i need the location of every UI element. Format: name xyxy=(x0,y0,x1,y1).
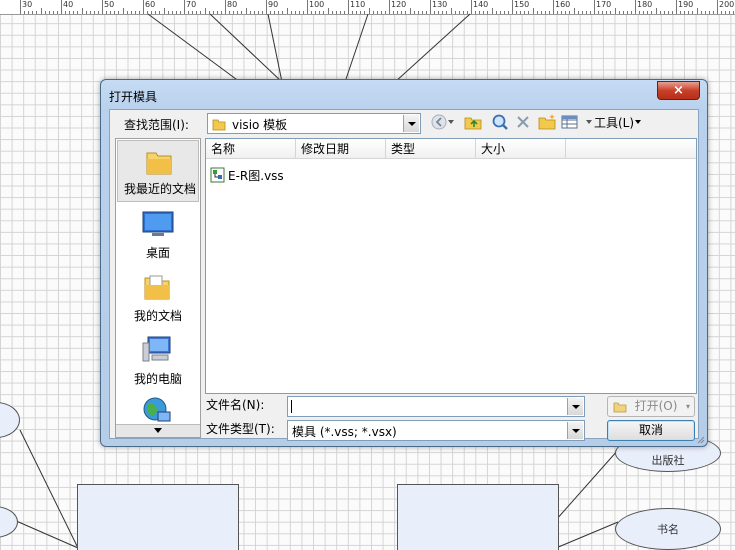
connector-line xyxy=(394,13,471,83)
filename-input[interactable] xyxy=(287,396,585,417)
place-my-computer[interactable]: 我的电脑 xyxy=(116,329,200,391)
connector-line xyxy=(19,429,79,549)
search-web-button[interactable] xyxy=(491,112,509,132)
places-bar: 我最近的文档 桌面 我的文档 我的电脑 xyxy=(115,138,201,438)
network-globe-icon xyxy=(143,397,171,422)
column-header-modified[interactable]: 修改日期 xyxy=(296,139,386,159)
place-recent-documents[interactable]: 我最近的文档 xyxy=(117,140,199,202)
filetype-value: 模具 (*.vss; *.vsx) xyxy=(292,425,397,439)
connector-line xyxy=(209,13,283,83)
filetype-label: 文件类型(T): xyxy=(206,422,275,436)
column-label: 大小 xyxy=(481,142,506,156)
place-label: 我最近的文档 xyxy=(123,182,196,196)
connector-line xyxy=(555,449,619,521)
column-label: 名称 xyxy=(211,142,236,156)
text-cursor xyxy=(291,400,292,413)
place-desktop[interactable]: 桌面 xyxy=(116,203,200,265)
delete-button[interactable] xyxy=(515,112,531,132)
up-folder-button[interactable] xyxy=(464,112,482,132)
close-button[interactable]: × xyxy=(657,81,700,100)
new-folder-button[interactable] xyxy=(538,112,556,132)
lookin-value: visio 模板 xyxy=(232,118,288,132)
filetype-select[interactable]: 模具 (*.vss; *.vsx) xyxy=(287,420,585,441)
chevron-down-icon xyxy=(154,428,162,433)
computer-icon xyxy=(142,336,171,362)
dropdown-arrow-icon[interactable] xyxy=(403,115,419,132)
places-scroll-down-icon[interactable] xyxy=(116,424,200,437)
connector-line xyxy=(267,13,283,83)
up-folder-icon xyxy=(464,117,482,130)
back-arrow-icon xyxy=(431,114,447,130)
chevron-down-icon xyxy=(448,120,454,124)
tools-menu-button[interactable]: 工具(L) xyxy=(586,112,642,132)
file-name: E-R图.vss xyxy=(228,168,284,183)
dialog-titlebar[interactable]: 打开模具 × xyxy=(101,80,707,108)
place-my-documents[interactable]: 我的文档 xyxy=(116,266,200,328)
documents-folder-icon xyxy=(144,275,170,300)
open-label: 打开(O) xyxy=(634,399,678,413)
open-folder-icon xyxy=(613,402,627,413)
column-header-type[interactable]: 类型 xyxy=(386,139,476,159)
connector-line xyxy=(344,13,369,83)
chevron-down-icon xyxy=(635,120,642,124)
cancel-button[interactable]: 取消 xyxy=(607,420,695,441)
views-grid-icon xyxy=(561,115,578,129)
tools-label: 工具(L) xyxy=(594,115,635,130)
open-button[interactable]: 打开(O) ▾ xyxy=(607,396,695,417)
split-dropdown-icon: ▾ xyxy=(685,402,690,411)
dropdown-arrow-icon[interactable] xyxy=(567,422,583,439)
connector-line xyxy=(555,521,619,549)
close-icon: × xyxy=(673,83,684,98)
folder-icon xyxy=(212,119,226,131)
search-icon xyxy=(492,114,508,130)
entity-rectangle[interactable] xyxy=(77,484,239,550)
dropdown-arrow-icon[interactable] xyxy=(567,398,583,415)
dialog-title: 打开模具 xyxy=(109,90,158,104)
lookin-combo[interactable]: visio 模板 xyxy=(207,113,421,134)
place-label: 我的文档 xyxy=(133,309,182,323)
column-header-size[interactable]: 大小 xyxy=(476,139,566,159)
column-label: 类型 xyxy=(391,142,416,156)
column-header-blank xyxy=(566,139,696,159)
open-stencil-dialog: 打开模具 × 查找范围(I): visio 模板 工具(L) 我最近的文档 桌面… xyxy=(100,79,708,447)
desktop-icon xyxy=(142,211,174,236)
dialog-client-area: 查找范围(I): visio 模板 工具(L) 我最近的文档 桌面 我的文档 我… xyxy=(109,109,699,441)
resize-grip-icon[interactable] xyxy=(695,434,705,444)
file-row[interactable]: E-R图.vss xyxy=(210,167,284,183)
place-label: 我的电脑 xyxy=(133,372,182,386)
back-button[interactable] xyxy=(430,112,454,132)
recent-folder-icon xyxy=(146,152,172,175)
attribute-oval-bookname[interactable]: 书名 xyxy=(615,508,721,550)
connector-line xyxy=(13,519,79,549)
lookin-label: 查找范围(I): xyxy=(124,118,189,132)
connector-line xyxy=(147,13,241,83)
filename-label: 文件名(N): xyxy=(206,398,265,412)
views-button[interactable] xyxy=(561,112,579,132)
stencil-file-icon xyxy=(210,167,225,183)
oval-label: 书名 xyxy=(657,523,679,536)
place-label: 桌面 xyxy=(145,246,170,260)
cancel-label: 取消 xyxy=(638,423,663,437)
chevron-down-icon xyxy=(586,120,592,124)
oval-label: 出版社 xyxy=(651,454,685,467)
file-list[interactable]: 名称 修改日期 类型 大小 E-R图.vss xyxy=(205,138,697,394)
delete-x-icon xyxy=(517,116,529,128)
entity-rectangle[interactable] xyxy=(397,484,559,550)
column-header-name[interactable]: 名称 xyxy=(206,139,296,159)
new-folder-icon xyxy=(538,114,556,130)
column-label: 修改日期 xyxy=(301,142,350,156)
